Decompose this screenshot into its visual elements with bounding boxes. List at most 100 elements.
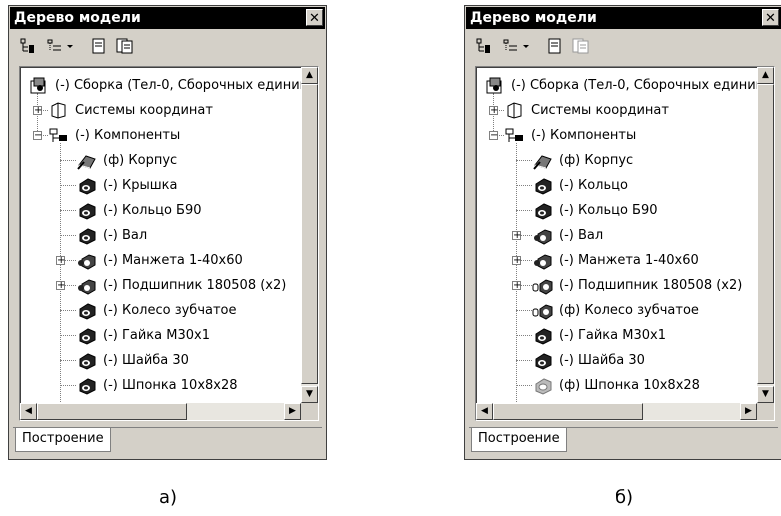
expand-icon[interactable]: + (512, 231, 521, 241)
collapse-icon[interactable]: − (489, 131, 498, 141)
tree-guide-line (60, 360, 76, 361)
scroll-corner (301, 403, 318, 420)
tree-guide-line (516, 210, 532, 211)
filter-dropdown-icon[interactable] (45, 35, 79, 57)
expand-icon[interactable]: + (33, 106, 42, 116)
tree-view-icon[interactable] (473, 35, 495, 57)
components-icon (504, 126, 526, 146)
tree-item-label: (-) Колесо зубчатое (103, 303, 237, 318)
tree-item[interactable]: (ф) Корпус (76, 148, 177, 173)
scroll-corner (757, 403, 774, 420)
horizontal-scrollbar[interactable]: ◀ ▶ (20, 403, 301, 420)
tree-item[interactable]: (-) Шпонка 10x8x28 (76, 373, 238, 398)
scroll-down-button[interactable]: ▼ (757, 386, 774, 403)
tree-item[interactable]: (-) Сборка (Тел-0, Сборочных единиц- (484, 73, 757, 98)
tree-item-label: Системы координат (75, 103, 213, 118)
tree-guide-line (60, 385, 76, 386)
tree-item[interactable]: (-) Манжета 1-40x60 (532, 248, 699, 273)
tree-guide-line (60, 335, 76, 336)
tree-item-label: (-) Сборка (Тел-0, Сборочных единиц- (55, 78, 301, 93)
scroll-thumb[interactable] (493, 403, 643, 420)
scroll-up-button[interactable]: ▲ (301, 67, 318, 84)
scroll-up-button[interactable]: ▲ (757, 67, 774, 84)
tree-item[interactable]: (-) Гайка М30x1 (532, 323, 666, 348)
assembly-icon (484, 76, 506, 96)
vertical-scrollbar[interactable]: ▲ ▼ (757, 67, 774, 403)
tree-guide-line (60, 235, 76, 236)
tree-guide-line (516, 185, 532, 186)
tree-item-label: (-) Кольцо Б90 (559, 203, 658, 218)
tree-item[interactable]: (ф) Корпус (532, 148, 633, 173)
tree-item[interactable]: (-) Подшипник 180508 (x2) (532, 273, 742, 298)
scroll-left-button[interactable]: ◀ (20, 403, 37, 420)
tree-guide-line (60, 160, 76, 161)
tab-build[interactable]: Построение (471, 428, 567, 452)
tree-guide-line (60, 185, 76, 186)
tab-build[interactable]: Построение (15, 428, 111, 452)
tree-item[interactable]: (-) Шайба 30 (532, 348, 645, 373)
coord-system-icon (48, 101, 70, 121)
expand-icon[interactable]: + (489, 106, 498, 116)
scroll-right-button[interactable]: ▶ (284, 403, 301, 420)
scroll-thumb[interactable] (37, 403, 187, 420)
close-button[interactable]: ✕ (306, 9, 323, 26)
expand-icon[interactable]: + (512, 281, 521, 291)
tree-view[interactable]: (-) Сборка (Тел-0, Сборочных единиц- Сист… (475, 66, 775, 421)
tree-item-label: (-) Кольцо (559, 178, 628, 193)
tree-item[interactable]: (-) Сборка (Тел-0, Сборочных единиц- (28, 73, 301, 98)
collapse-icon[interactable]: − (33, 131, 42, 141)
tree-item[interactable]: (-) Манжета 1-40x60 (76, 248, 243, 273)
tree-item[interactable]: (-) Кольцо (532, 173, 628, 198)
scroll-left-button[interactable]: ◀ (476, 403, 493, 420)
tree-item[interactable]: (ф) Шпонка 10x8x28 (532, 373, 700, 398)
horizontal-scrollbar[interactable]: ◀ ▶ (476, 403, 757, 420)
close-button[interactable]: ✕ (762, 9, 779, 26)
tree-item-label: (-) Гайка М30x1 (559, 328, 666, 343)
expand-icon[interactable]: + (56, 256, 65, 266)
part-library-icon (532, 376, 554, 396)
expand-icon[interactable]: + (512, 256, 521, 266)
tree-item-label: (-) Крышка (103, 178, 178, 193)
panel-title-text: Дерево модели (14, 10, 141, 26)
tree-item[interactable]: Системы координат (504, 98, 669, 123)
tree-guide-line (516, 160, 532, 161)
document-icon[interactable] (545, 35, 565, 57)
document-icon[interactable] (89, 35, 109, 57)
filter-dropdown-icon[interactable] (501, 35, 535, 57)
tree-view[interactable]: (-) Сборка (Тел-0, Сборочных единиц- Сист… (19, 66, 319, 421)
tree-item-label: (-) Гайка М30x1 (103, 328, 210, 343)
tree-view-icon[interactable] (17, 35, 39, 57)
tree-item-label: (-) Манжета 1-40x60 (559, 253, 699, 268)
vertical-scrollbar[interactable]: ▲ ▼ (301, 67, 318, 403)
document-copy-icon[interactable] (115, 35, 135, 57)
tree-item[interactable]: (-) Колесо зубчатое (76, 298, 237, 323)
tree-item[interactable]: (-) Вал (532, 223, 603, 248)
part-icon (76, 326, 98, 346)
tree-item[interactable]: (-) Кольцо Б90 (532, 198, 658, 223)
panel-title-text: Дерево модели (470, 10, 597, 26)
tree-item[interactable]: (-) Подшипник 180508 (x2) (76, 273, 286, 298)
tree-item-label: (-) Шайба 30 (559, 353, 645, 368)
scroll-thumb[interactable] (757, 84, 774, 384)
close-icon: ✕ (765, 11, 776, 26)
scroll-right-button[interactable]: ▶ (740, 403, 757, 420)
part-icon (532, 351, 554, 371)
tree-item[interactable]: (-) Крышка (76, 173, 177, 198)
part-icon (532, 201, 554, 221)
scroll-down-button[interactable]: ▼ (301, 386, 318, 403)
tree-item[interactable]: (-) Компоненты (48, 123, 180, 148)
tree-item[interactable]: Системы координат (48, 98, 213, 123)
document-copy-icon (571, 35, 591, 57)
tree-item[interactable]: (ф) Колесо зубчатое (532, 298, 699, 323)
expand-icon[interactable]: + (56, 281, 65, 291)
scroll-thumb[interactable] (301, 84, 318, 384)
tree-item[interactable]: (-) Шайба 30 (76, 348, 189, 373)
part-icon (76, 226, 98, 246)
tree-item-label: (-) Вал (559, 228, 604, 243)
tree-item[interactable]: (-) Кольцо Б90 (76, 198, 202, 223)
tree-item[interactable]: (-) Вал (76, 223, 147, 248)
tree-item[interactable]: (-) Гайка М30x1 (76, 323, 210, 348)
part-icon (76, 176, 98, 196)
tree-guide-line (516, 385, 532, 386)
tree-item[interactable]: (-) Компоненты (504, 123, 636, 148)
